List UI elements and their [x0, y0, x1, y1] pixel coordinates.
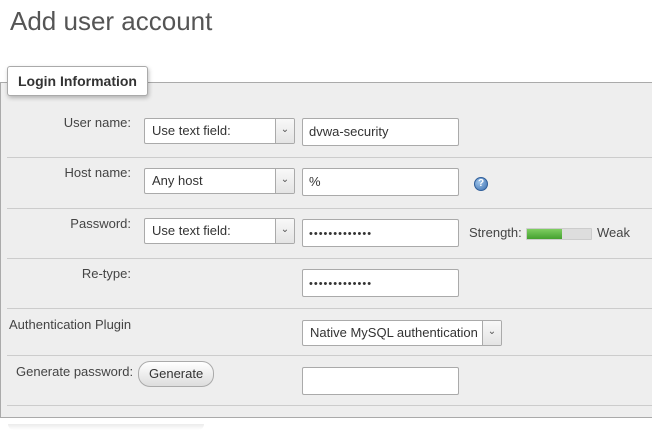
chevron-down-icon: ⌄ — [275, 219, 294, 243]
row-divider — [7, 157, 652, 158]
username-label: User name: — [63, 115, 131, 130]
strength-label: Strength: — [469, 225, 522, 240]
hostname-label: Host name: — [64, 165, 131, 180]
page-title: Add user account — [10, 6, 213, 36]
help-icon[interactable]: ? — [474, 177, 488, 191]
username-mode-value: Use text field: — [152, 123, 231, 138]
chevron-down-icon: ⌄ — [482, 321, 501, 345]
generated-password-input[interactable] — [302, 367, 459, 395]
generate-password-label: Generate password: — [16, 364, 134, 379]
row-divider — [7, 308, 652, 309]
username-mode-select[interactable]: Use text field: ⌄ — [144, 118, 295, 144]
hostname-mode-value: Any host — [152, 173, 203, 188]
password-masked-value: ••••••••••••• — [309, 228, 373, 240]
auth-plugin-select[interactable]: Native MySQL authentication ⌄ — [302, 320, 502, 346]
hostname-input[interactable]: % — [302, 168, 459, 196]
row-divider — [7, 258, 652, 259]
row-divider — [7, 208, 652, 209]
auth-plugin-label: Authentication Plugin — [9, 317, 132, 332]
username-input[interactable]: dvwa-security — [302, 118, 459, 146]
row-divider — [7, 355, 652, 356]
retype-input[interactable]: ••••••••••••• — [302, 269, 459, 297]
chevron-down-icon: ⌄ — [275, 169, 294, 193]
password-strength-meter — [526, 228, 592, 240]
password-input[interactable]: ••••••••••••• — [302, 219, 459, 247]
add-user-page: Add user account Login Information User … — [0, 0, 652, 430]
hostname-mode-select[interactable]: Any host ⌄ — [144, 168, 295, 194]
retype-label: Re-type: — [81, 266, 131, 281]
row-divider — [7, 405, 652, 406]
chevron-down-icon: ⌄ — [275, 119, 294, 143]
password-mode-value: Use text field: — [152, 223, 231, 238]
generate-button[interactable]: Generate — [138, 361, 215, 387]
auth-plugin-value: Native MySQL authentication — [310, 325, 478, 340]
password-label: Password: — [70, 216, 131, 231]
password-mode-select[interactable]: Use text field: ⌄ — [144, 218, 295, 244]
strength-text: Weak — [597, 225, 630, 240]
password-strength-fill — [527, 229, 563, 239]
retype-masked-value: ••••••••••••• — [309, 278, 373, 290]
login-information-legend: Login Information — [7, 66, 148, 96]
bottom-shadow — [8, 424, 204, 430]
